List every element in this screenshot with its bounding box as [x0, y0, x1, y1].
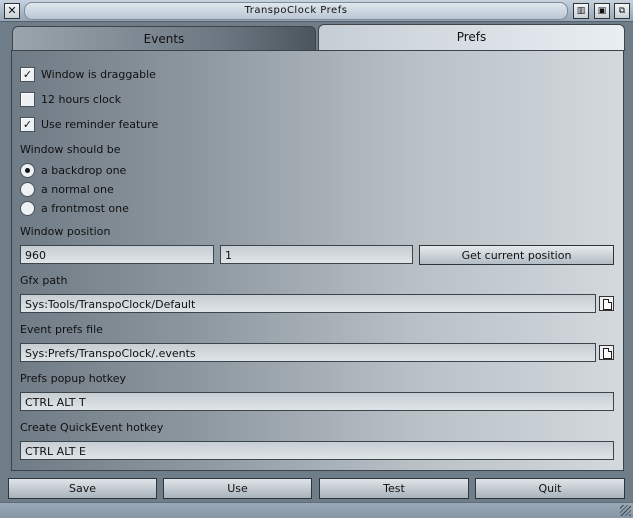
radio-backdrop[interactable]	[20, 163, 35, 178]
tab-bar: Events Prefs	[10, 24, 625, 51]
quit-button[interactable]: Quit	[475, 478, 625, 499]
window-position-label: Window position	[20, 225, 111, 238]
iconify-icon[interactable]: ▥	[573, 3, 589, 19]
event-prefs-field[interactable]: Sys:Prefs/TranspoClock/.events	[20, 343, 596, 362]
radio-frontmost-label: a frontmost one	[41, 202, 129, 215]
checkbox-12h-row[interactable]: 12 hours clock	[20, 92, 121, 107]
popup-hotkey-field[interactable]: CTRL ALT T	[20, 392, 614, 411]
radio-normal-label: a normal one	[41, 183, 114, 196]
depth-icon[interactable]: ⧉	[614, 3, 630, 19]
window-should-be-label: Window should be	[20, 143, 121, 156]
checkbox-reminder-label: Use reminder feature	[41, 118, 159, 131]
quickevent-hotkey-label: Create QuickEvent hotkey	[20, 421, 164, 434]
event-prefs-label: Event prefs file	[20, 323, 103, 336]
radio-frontmost[interactable]	[20, 201, 35, 216]
radio-frontmost-row[interactable]: a frontmost one	[20, 201, 129, 216]
prefs-window: ✕ TranspoClock Prefs ▥ ▣ ⧉ Events Prefs …	[0, 0, 633, 518]
get-current-position-button[interactable]: Get current position	[419, 245, 614, 265]
close-icon[interactable]: ✕	[4, 3, 20, 19]
resize-grip-icon[interactable]	[620, 505, 631, 516]
window-bottom-border	[0, 502, 633, 518]
popup-hotkey-label: Prefs popup hotkey	[20, 372, 127, 385]
tab-events[interactable]: Events	[12, 26, 316, 51]
page-icon	[603, 348, 612, 359]
button-bar: Save Use Test Quit	[0, 478, 633, 500]
checkbox-12-hours-label: 12 hours clock	[41, 93, 122, 106]
use-button[interactable]: Use	[163, 478, 312, 499]
checkbox-reminder-row[interactable]: ✓ Use reminder feature	[20, 117, 158, 132]
page-icon	[603, 299, 612, 310]
quickevent-hotkey-field[interactable]: CTRL ALT E	[20, 441, 614, 460]
checkbox-draggable-row[interactable]: ✓ Window is draggable	[20, 67, 156, 82]
radio-normal[interactable]	[20, 182, 35, 197]
tab-prefs[interactable]: Prefs	[318, 24, 625, 51]
position-y-field[interactable]: 1	[220, 245, 413, 264]
title-bar[interactable]: ✕ TranspoClock Prefs ▥ ▣ ⧉	[0, 0, 633, 22]
checkbox-draggable-label: Window is draggable	[41, 68, 156, 81]
radio-normal-row[interactable]: a normal one	[20, 182, 114, 197]
test-button[interactable]: Test	[319, 478, 469, 499]
position-x-field[interactable]: 960	[20, 245, 214, 264]
checkbox-draggable[interactable]: ✓	[20, 67, 35, 82]
zoom-icon[interactable]: ▣	[594, 3, 610, 19]
gfx-path-file-icon[interactable]	[599, 296, 614, 311]
radio-selected-dot	[25, 168, 30, 173]
prefs-panel: ✓ Window is draggable 12 hours clock ✓ U…	[11, 50, 624, 471]
window-title: TranspoClock Prefs	[24, 2, 568, 20]
radio-backdrop-row[interactable]: a backdrop one	[20, 163, 126, 178]
checkbox-12-hours[interactable]	[20, 92, 35, 107]
radio-backdrop-label: a backdrop one	[41, 164, 127, 177]
event-prefs-file-icon[interactable]	[599, 345, 614, 360]
gfx-path-field[interactable]: Sys:Tools/TranspoClock/Default	[20, 294, 596, 313]
checkbox-reminder[interactable]: ✓	[20, 117, 35, 132]
save-button[interactable]: Save	[8, 478, 157, 499]
gfx-path-label: Gfx path	[20, 274, 68, 287]
